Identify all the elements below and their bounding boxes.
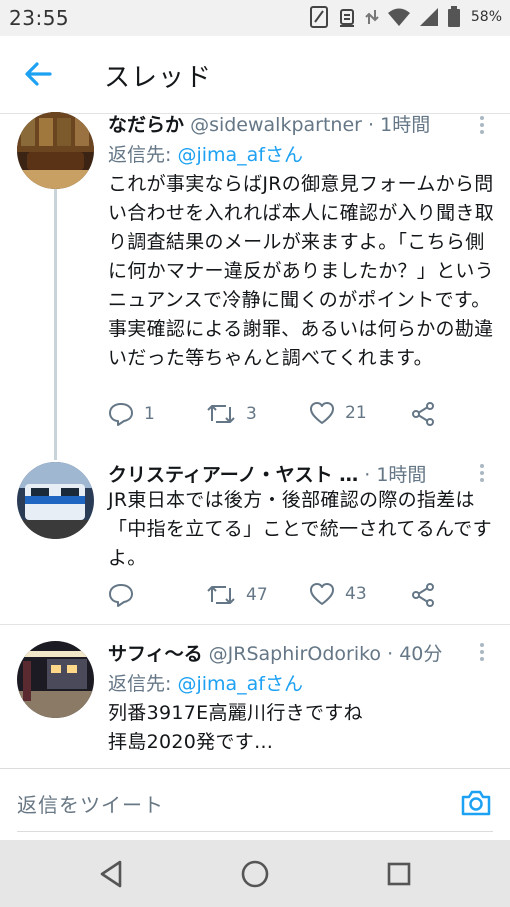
retweet-icon [207,586,235,604]
tweet-text: これが事実ならばJRの御意見フォームから問い合わせを入れれば本人に確認が入り聞き… [108,173,495,369]
reply-icon [109,403,133,426]
page-title: スレッド [104,63,213,93]
heart-icon [310,402,334,424]
status-bar: 23:55 58% [0,0,510,36]
recents-square-icon [387,862,411,886]
reply-count: 1 [144,404,155,424]
home-circle-icon [241,860,269,888]
share-icon [412,583,434,607]
tweet-header: クリスティアーノ・ヤスト … · 1時間 [108,460,490,487]
tweet-time: 1時間 [376,464,427,486]
nav-back-button[interactable] [96,858,128,890]
status-icons: 58% [309,6,502,28]
tweet-header: なだらか @sidewalkpartner · 1時間 [108,110,490,137]
system-nav-bar [0,840,510,907]
nav-home-button[interactable] [239,858,271,890]
sim-icon [309,6,328,28]
reply-to-link[interactable]: @jima_afさん [177,144,303,166]
user-handle[interactable]: @sidewalkpartner [190,114,362,136]
tweet[interactable]: なだらか @sidewalkpartner · 1時間 返信先: @jima_a… [0,112,510,458]
arrow-left-icon [25,62,52,86]
avatar[interactable] [17,112,94,189]
heart-icon [310,583,334,605]
tweet-text: 列番3917E高麗川行きですね 拝島2020発です… [108,702,363,753]
reply-button[interactable] [108,582,144,608]
tweet-actions: 47 43 [108,582,448,612]
app-header: スレッド [0,36,510,114]
more-options-icon[interactable] [478,114,486,136]
reply-to-label: 返信先: [108,673,178,695]
reply-composer: 返信をツイート [0,768,510,840]
separator-dot: · [368,114,375,136]
separator-dot: · [387,643,394,665]
like-button[interactable]: 21 [309,401,367,425]
tweet-time: 40分 [399,643,443,665]
back-button[interactable] [20,58,56,90]
tweet[interactable]: クリスティアーノ・ヤスト … · 1時間 JR東日本では後方・後部確認の際の指差… [0,458,510,624]
avatar[interactable] [17,641,94,718]
retweet-button[interactable]: 47 [206,582,268,608]
reply-input[interactable]: 返信をツイート [17,789,164,818]
display-name[interactable]: サフィ〜る [108,643,203,665]
alarm-icon [339,9,354,27]
tweet-actions: 1 3 21 [108,401,448,431]
camera-icon [461,790,491,816]
avatar-image [17,462,94,539]
retweet-count: 47 [246,585,268,605]
status-time: 23:55 [9,6,70,30]
tweet-text: JR東日本では後方・後部確認の際の指差は「中指を立てる」ことで統一されてるんです… [108,489,492,569]
like-button[interactable]: 43 [309,582,367,606]
battery-percent: 58% [470,9,502,25]
signal-icon [419,8,438,26]
data-arrows-icon [365,10,379,24]
avatar-image [17,641,94,718]
avatar-image [17,112,94,189]
retweet-icon [207,405,235,423]
reply-to-line: 返信先: @jima_afさん [108,669,303,696]
back-triangle-icon [100,860,122,888]
avatar[interactable] [17,462,94,539]
battery-icon [447,6,460,27]
reply-icon [109,584,133,607]
user-handle[interactable]: @JRSaphirOdoriko [209,643,381,665]
input-underline [17,831,493,832]
share-button[interactable] [410,401,436,427]
reply-to-link[interactable]: @jima_afさん [177,673,303,695]
camera-button[interactable] [460,787,492,819]
reply-button[interactable]: 1 [108,401,155,427]
share-button[interactable] [410,582,436,608]
share-icon [412,402,434,426]
display-name[interactable]: クリスティアーノ・ヤスト … [108,464,358,486]
retweet-button[interactable]: 3 [206,401,257,427]
display-name[interactable]: なだらか [108,114,184,136]
reply-to-line: 返信先: @jima_afさん [108,140,303,167]
retweet-count: 3 [246,404,257,424]
more-options-icon[interactable] [478,641,486,663]
like-count: 43 [345,584,367,604]
more-options-icon[interactable] [478,462,486,484]
reply-to-label: 返信先: [108,144,178,166]
wifi-icon [387,8,410,26]
separator-dot: · [364,464,371,486]
tweet-time: 1時間 [380,114,431,136]
like-count: 21 [345,403,367,423]
tweet-header: サフィ〜る @JRSaphirOdoriko · 40分 [108,639,490,666]
nav-recents-button[interactable] [383,858,415,890]
tweet[interactable]: サフィ〜る @JRSaphirOdoriko · 40分 返信先: @jima_… [0,625,510,767]
